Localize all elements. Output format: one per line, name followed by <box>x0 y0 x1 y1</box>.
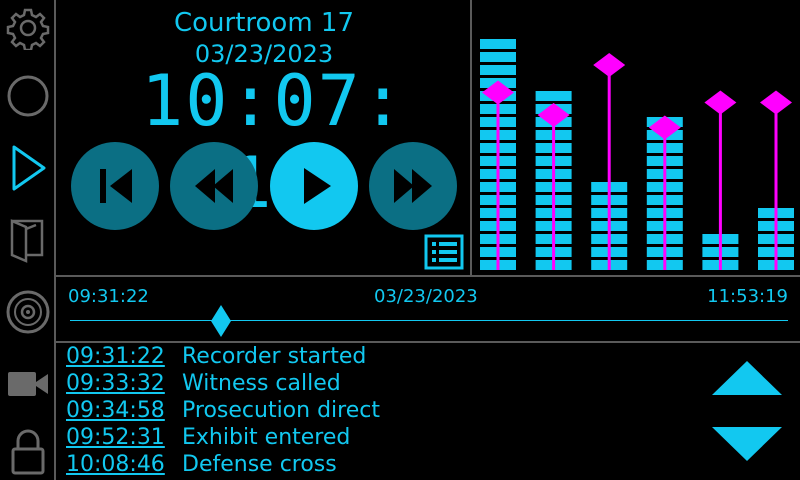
event-time[interactable]: 09:33:32 <box>66 370 182 397</box>
peak-line <box>552 115 556 270</box>
event-text: Witness called <box>182 371 341 396</box>
rewind-icon <box>195 169 233 203</box>
record-button[interactable] <box>0 68 56 124</box>
disc-button[interactable] <box>0 284 56 340</box>
gear-icon <box>6 8 50 50</box>
files-button[interactable] <box>0 212 56 268</box>
list-item: 09:31:22 Recorder started <box>66 343 366 370</box>
level-meters <box>480 39 794 270</box>
list-item: 09:33:32 Witness called <box>66 370 341 397</box>
video-camera-icon <box>8 372 48 396</box>
play-icon <box>304 168 331 204</box>
skip-previous-icon <box>100 169 132 203</box>
player-panel: Courtroom 17 03/23/2023 10:07: 19 <box>56 0 472 277</box>
peak-marker <box>704 90 737 115</box>
timeline-end: 11:53:19 <box>707 286 788 307</box>
peak-line <box>774 102 778 270</box>
peak-line <box>663 127 667 270</box>
timeline-start: 09:31:22 <box>68 286 149 307</box>
event-log: 09:31:22 Recorder started 09:33:32 Witness… <box>56 343 800 480</box>
meter-segment <box>535 91 572 101</box>
settings-button[interactable] <box>0 0 56 56</box>
timeline-track[interactable] <box>70 320 788 321</box>
play-button[interactable] <box>270 142 358 230</box>
event-text: Recorder started <box>182 344 367 369</box>
timeline-date: 03/23/2023 <box>374 286 478 307</box>
event-time[interactable]: 09:31:22 <box>66 343 182 370</box>
courtroom-title: Courtroom 17 <box>173 8 355 38</box>
list-item: 09:34:58 Prosecution direct <box>66 397 380 424</box>
event-text: Exhibit entered <box>182 425 351 450</box>
video-button[interactable] <box>0 356 56 412</box>
event-time[interactable]: 09:52:31 <box>66 424 182 451</box>
peak-line <box>607 65 611 270</box>
lock-icon <box>11 429 45 475</box>
folder-icon <box>10 219 44 263</box>
fast-forward-button[interactable] <box>369 142 457 230</box>
playback-mode-button[interactable] <box>0 140 56 196</box>
timeline-scrubber[interactable] <box>210 305 231 337</box>
lock-button[interactable] <box>0 424 56 480</box>
meter-segment <box>480 52 516 62</box>
event-text: Defense cross <box>182 452 337 477</box>
timeline: 09:31:22 03/23/2023 11:53:19 <box>56 277 800 343</box>
event-text: Prosecution direct <box>182 398 380 423</box>
peak-marker <box>760 90 792 115</box>
level-meters-panel <box>472 0 800 277</box>
arrow-down-icon <box>712 427 782 461</box>
event-time[interactable]: 09:34:58 <box>66 397 182 424</box>
diamond-icon <box>210 305 231 337</box>
fast-forward-icon <box>394 169 432 203</box>
meter-segment <box>480 39 516 49</box>
peak-line <box>718 102 722 270</box>
sidebar <box>0 0 56 480</box>
circle-record-icon <box>7 75 49 117</box>
list-item: 09:52:31 Exhibit entered <box>66 424 350 451</box>
arrow-up-icon <box>712 361 782 395</box>
meter-segment <box>480 65 516 75</box>
peak-marker <box>593 53 626 77</box>
list-item: 10:08:46 Defense cross <box>66 451 337 478</box>
skip-previous-button[interactable] <box>71 142 159 230</box>
peak-line <box>496 92 500 270</box>
rewind-button[interactable] <box>170 142 258 230</box>
scroll-down-button[interactable] <box>710 425 784 465</box>
play-outline-icon <box>12 145 46 191</box>
list-icon <box>424 234 464 270</box>
scroll-up-button[interactable] <box>710 359 784 399</box>
event-list-button[interactable] <box>424 234 464 270</box>
event-time[interactable]: 10:08:46 <box>66 451 182 478</box>
disc-icon <box>6 290 50 334</box>
